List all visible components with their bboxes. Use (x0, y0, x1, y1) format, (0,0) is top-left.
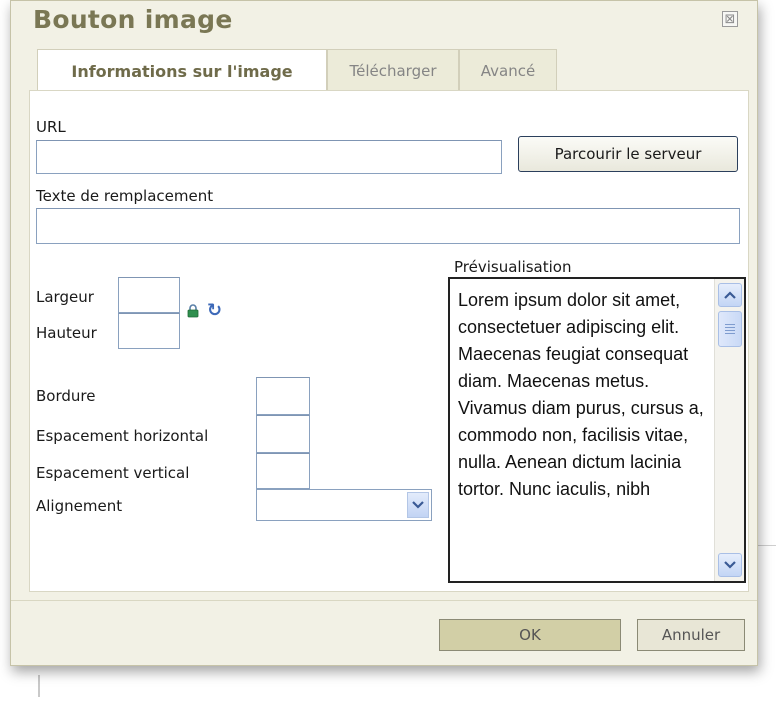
background-line (38, 675, 40, 697)
width-label: Largeur (36, 288, 94, 306)
tab-advanced[interactable]: Avancé (459, 49, 557, 91)
scroll-up-icon[interactable] (718, 283, 742, 307)
chevron-down-icon[interactable] (407, 492, 429, 518)
dialog-title: Bouton image (33, 5, 233, 34)
hspace-input[interactable] (256, 415, 310, 453)
scroll-thumb[interactable] (718, 311, 742, 347)
border-label: Bordure (36, 387, 96, 405)
align-label: Alignement (36, 497, 123, 515)
image-button-dialog: Bouton image ⊠ Informations sur l'image … (10, 0, 758, 666)
cancel-button[interactable]: Annuler (637, 619, 745, 651)
url-input[interactable] (36, 140, 502, 174)
close-icon[interactable]: ⊠ (722, 11, 738, 27)
hspace-label: Espacement horizontal (36, 427, 209, 445)
vspace-input[interactable] (256, 453, 310, 489)
preview-box[interactable]: Lorem ipsum dolor sit amet, consectetuer… (448, 277, 746, 583)
url-label: URL (36, 118, 66, 136)
browse-server-button[interactable]: Parcourir le serveur (518, 136, 738, 172)
tab-upload[interactable]: Télécharger (327, 49, 459, 91)
preview-label: Prévisualisation (454, 258, 572, 276)
tab-panel: URL Parcourir le serveur Texte de rempla… (29, 90, 749, 592)
alt-text-label: Texte de remplacement (36, 187, 214, 205)
lock-icon[interactable] (187, 304, 199, 318)
align-select[interactable] (256, 489, 432, 521)
scroll-down-icon[interactable] (718, 553, 742, 577)
border-input[interactable] (256, 377, 310, 415)
reset-size-icon[interactable]: ↻ (207, 302, 222, 320)
tab-image-info[interactable]: Informations sur l'image (37, 49, 327, 93)
vspace-label: Espacement vertical (36, 464, 190, 482)
preview-scrollbar[interactable] (714, 279, 744, 581)
width-input[interactable] (118, 277, 180, 313)
footer-divider (11, 600, 757, 601)
ok-button[interactable]: OK (439, 619, 621, 651)
preview-text: Lorem ipsum dolor sit amet, consectetuer… (458, 290, 704, 499)
height-label: Hauteur (36, 324, 97, 342)
alt-text-input[interactable] (36, 208, 740, 244)
height-input[interactable] (118, 313, 180, 349)
